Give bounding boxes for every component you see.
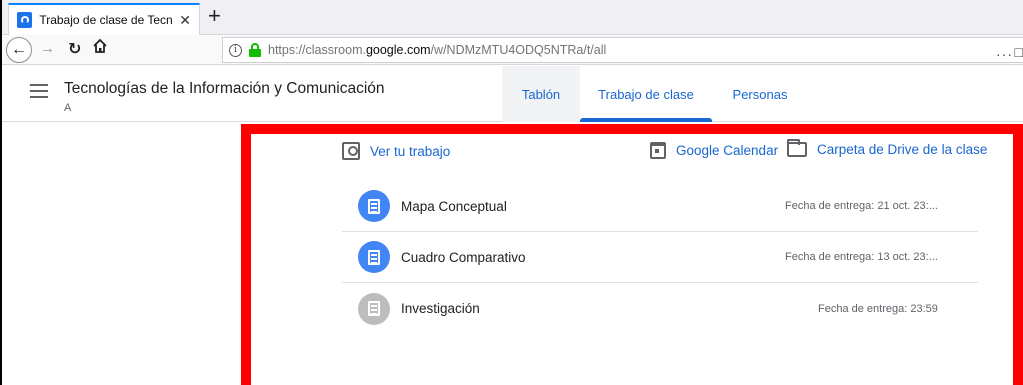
- home-button[interactable]: [92, 38, 108, 54]
- drive-folder-label: Carpeta de Drive de la clase: [817, 142, 988, 157]
- page-actions-menu-icon[interactable]: ···: [996, 46, 1013, 62]
- reload-button[interactable]: ↻: [68, 39, 81, 59]
- ver-tu-trabajo-label: Ver tu trabajo: [370, 143, 451, 159]
- site-info-icon[interactable]: i: [229, 43, 242, 57]
- google-calendar-label: Google Calendar: [676, 143, 779, 158]
- classroom-favicon-icon: [17, 12, 33, 28]
- assignment-row[interactable]: Mapa Conceptual Fecha de entrega: 21 oct…: [342, 181, 978, 232]
- url-domain: google.com: [365, 43, 431, 57]
- classroom-header: Tecnologías de la Información y Comunica…: [2, 66, 1023, 122]
- browser-tab[interactable]: Trabajo de clase de Tecnologí ✕: [8, 3, 200, 35]
- assignment-title: Mapa Conceptual: [401, 198, 507, 214]
- assignment-icon: [358, 292, 390, 325]
- drive-folder-link[interactable]: Carpeta de Drive de la clase: [787, 139, 988, 157]
- tab-personas[interactable]: Personas: [714, 66, 806, 122]
- classwork-panel: Ver tu trabajo Google Calendar Carpeta d…: [240, 122, 1023, 385]
- calendar-icon: [650, 142, 666, 159]
- url-scheme: https://classroom.: [268, 43, 366, 57]
- back-arrow-icon: ←: [11, 41, 27, 58]
- assignment-icon: [358, 241, 390, 273]
- ver-tu-trabajo-link[interactable]: Ver tu trabajo: [342, 142, 450, 160]
- assignment-row[interactable]: Investigación Fecha de entrega: 23:59: [342, 283, 978, 334]
- folder-icon: [787, 139, 807, 157]
- assignment-title: Cuadro Comparativo: [401, 249, 526, 265]
- google-calendar-link[interactable]: Google Calendar: [650, 142, 778, 159]
- assignment-due-date: Fecha de entrega: 21 oct. 23:...: [785, 200, 938, 212]
- address-bar[interactable]: i https://classroom. google.com/w/NDMzMTU…: [222, 37, 1023, 63]
- hamburger-menu-icon[interactable]: [30, 84, 48, 98]
- assignment-title: Investigación: [401, 301, 480, 316]
- tab-trabajo-de-clase[interactable]: Trabajo de clase: [580, 66, 712, 122]
- assignment-row[interactable]: Cuadro Comparativo Fecha de entrega: 13 …: [342, 232, 978, 283]
- class-section: A: [64, 102, 72, 114]
- assignment-ind-icon: [342, 142, 360, 160]
- class-title[interactable]: Tecnologías de la Información y Comunica…: [64, 80, 385, 98]
- tab-trabajo-label: Trabajo de clase: [598, 86, 694, 102]
- browser-tab-title: Trabajo de clase de Tecnologí: [39, 13, 173, 27]
- new-tab-button[interactable]: +: [208, 4, 221, 28]
- url-path: /w/NDMzMTU4ODQ5NTRa/t/all: [430, 43, 607, 57]
- back-button[interactable]: ←: [6, 37, 32, 63]
- tab-tablon[interactable]: Tablón: [502, 66, 580, 122]
- assignment-icon: [358, 190, 390, 222]
- browser-tab-strip: Trabajo de clase de Tecnologí ✕ +: [2, 0, 1023, 35]
- assignment-due-date: Fecha de entrega: 13 oct. 23:...: [785, 251, 938, 263]
- lock-icon: [248, 43, 262, 57]
- assignment-due-date: Fecha de entrega: 23:59: [818, 302, 938, 315]
- browser-nav-bar: ← → ↻ i https://classroom. google.com/w/N…: [2, 35, 1023, 65]
- pocket-icon[interactable]: □: [1015, 44, 1023, 60]
- close-tab-icon[interactable]: ✕: [179, 13, 191, 27]
- forward-button[interactable]: →: [40, 40, 55, 57]
